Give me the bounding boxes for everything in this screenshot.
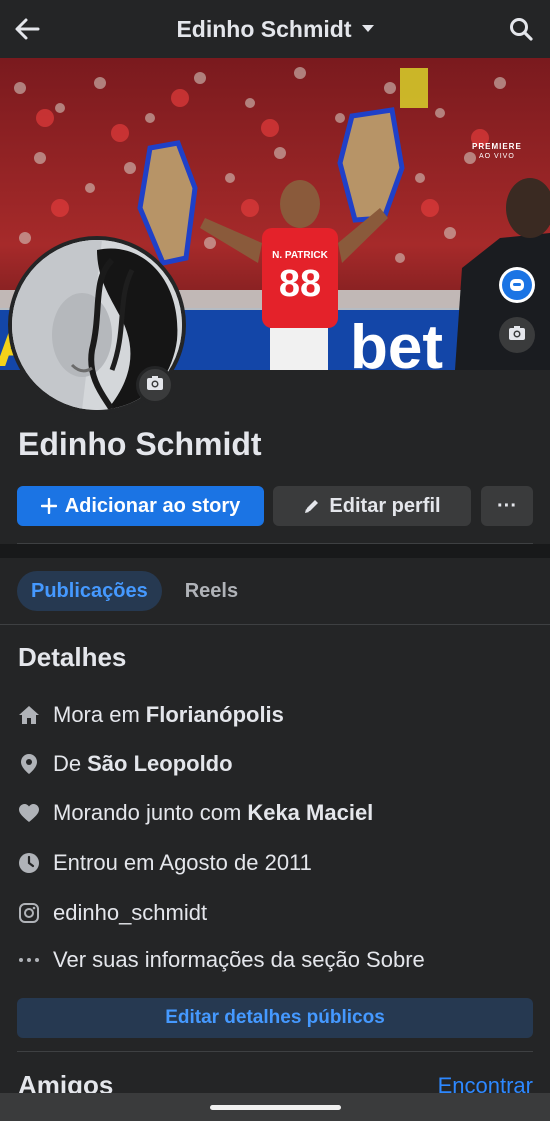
plus-icon [40, 498, 57, 514]
detail-prefix: Morando junto com [53, 800, 242, 825]
detail-prefix: De [53, 751, 82, 776]
jersey-name: N. PATRICK [272, 250, 329, 261]
detail-from: De São Leopoldo [17, 749, 233, 779]
avatar-camera-button[interactable] [136, 366, 174, 404]
camera-icon [508, 325, 526, 346]
ellipsis-icon: ··· [497, 494, 517, 517]
add-story-button[interactable]: Adicionar ao story [17, 486, 264, 526]
detail-text: Entrou em Agosto de 2011 [53, 850, 312, 875]
broadcast-badge: PREMIERE AO VIVO [472, 142, 522, 162]
badge-brand: PREMIERE [472, 142, 522, 151]
add-story-label: Adicionar ao story [64, 494, 241, 517]
detail-joined: Entrou em Agosto de 2011 [17, 848, 312, 878]
home-icon [17, 703, 41, 727]
detail-text: Ver suas informações da seção Sobre [53, 947, 425, 972]
section-divider [0, 544, 550, 558]
divider [17, 1051, 533, 1052]
header-title: Edinho Schmidt [176, 16, 352, 42]
badge-live: AO VIVO [479, 153, 515, 160]
system-nav-bar [0, 1093, 550, 1121]
profile-name: Edinho Schmidt [18, 426, 262, 462]
detail-prefix: Mora em [53, 702, 140, 727]
detail-value[interactable]: São Leopoldo [87, 751, 232, 777]
top-bar: Edinho Schmidt [0, 0, 550, 58]
detail-instagram[interactable]: edinho_schmidt [17, 898, 207, 928]
heart-icon [17, 801, 41, 825]
more-options-button[interactable]: ··· [481, 486, 533, 526]
detail-value[interactable]: Keka Maciel [247, 800, 373, 826]
ellipsis-icon [17, 948, 41, 972]
billboard-text-right: bet [350, 313, 443, 370]
profile-tabs: Publicações Reels [17, 571, 252, 611]
pencil-icon [303, 497, 321, 515]
avatar-frame-button[interactable] [499, 267, 535, 303]
tab-publicacoes[interactable]: Publicações [17, 571, 162, 611]
divider [0, 624, 550, 625]
edit-profile-label: Editar perfil [329, 494, 441, 517]
instagram-icon [17, 901, 41, 925]
detail-relationship: Morando junto com Keka Maciel [17, 798, 373, 828]
detail-text: edinho_schmidt [53, 900, 208, 925]
detail-see-about[interactable]: Ver suas informações da seção Sobre [17, 945, 425, 975]
edit-profile-button[interactable]: Editar perfil [273, 486, 471, 526]
jersey-number: 88 [279, 263, 321, 305]
search-icon[interactable] [508, 16, 534, 42]
home-gesture-handle[interactable] [210, 1105, 341, 1110]
location-pin-icon [17, 752, 41, 776]
caret-down-icon [361, 25, 374, 33]
camera-icon [146, 375, 164, 396]
profile-switcher[interactable]: Edinho Schmidt [0, 16, 550, 43]
edit-public-details-button[interactable]: Editar detalhes públicos [17, 998, 533, 1038]
details-title: Detalhes [18, 642, 127, 672]
tab-reels[interactable]: Reels [171, 571, 252, 611]
detail-value[interactable]: Florianópolis [146, 702, 284, 728]
cover-camera-button[interactable] [499, 317, 535, 353]
clock-icon [17, 851, 41, 875]
frame-icon [502, 270, 532, 300]
detail-lives-in: Mora em Florianópolis [17, 700, 284, 730]
